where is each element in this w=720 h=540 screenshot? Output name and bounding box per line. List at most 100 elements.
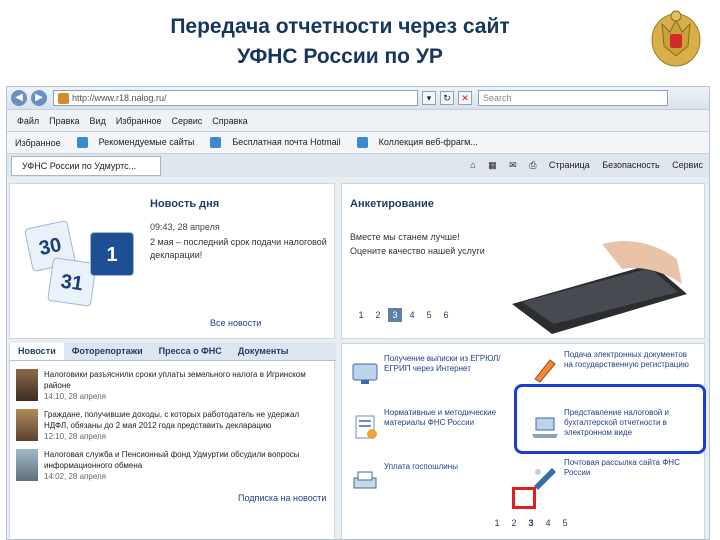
news-item-text: Граждане, получившие доходы, с которых р…	[44, 410, 300, 430]
favorite-web-slices-label: Коллекция веб-фрагм...	[378, 136, 478, 147]
news-of-day-panel: 30 31 1 Новость дня 09:43, 28 апреля 2 м…	[9, 183, 335, 339]
tab-documents[interactable]: Документы	[230, 343, 297, 360]
menu-help[interactable]: Справка	[212, 116, 247, 126]
news-list-item[interactable]: Налоговики разъяснили сроки уплаты земел…	[16, 369, 328, 403]
service-normative[interactable]: Нормативные и методические материалы ФНС…	[346, 406, 522, 454]
survey-page[interactable]: 4	[405, 308, 419, 322]
browser-window: ◀ ▶ http://www.r18.nalog.ru/ ▾ ↻ ✕ Searc…	[6, 86, 710, 540]
slide-title-line2: УФНС России по УР	[237, 45, 443, 68]
survey-pager: 1 2 3 4 5 6	[354, 308, 456, 322]
menu-edit[interactable]: Правка	[49, 116, 79, 126]
news-of-day-text[interactable]: 2 мая – последний срок подачи налоговой …	[150, 236, 330, 262]
forward-button[interactable]: ▶	[31, 90, 47, 106]
services-page[interactable]: 5	[558, 516, 572, 530]
mail-icon[interactable]: ✉	[509, 160, 517, 170]
service-state-duty-label: Уплата госпошлины	[384, 462, 458, 471]
survey-page[interactable]: 6	[439, 308, 453, 322]
url-input[interactable]: http://www.r18.nalog.ru/	[53, 90, 418, 106]
survey-page[interactable]: 1	[354, 308, 368, 322]
service-mailing[interactable]: Почтовая рассылка сайта ФНС России	[526, 456, 702, 504]
favorite-hotmail[interactable]: Бесплатная почта Hotmail	[202, 136, 341, 149]
news-item-text: Налоговики разъяснили сроки уплаты земел…	[44, 370, 306, 390]
globe-icon	[210, 137, 222, 149]
news-list-item[interactable]: Граждане, получившие доходы, с которых р…	[16, 409, 328, 443]
news-item-date: 14:10, 28 апреля	[44, 392, 106, 401]
calendar-card: 1	[90, 232, 134, 276]
favorite-web-slices[interactable]: Коллекция веб-фрагм...	[349, 136, 478, 149]
tab-news[interactable]: Новости	[10, 343, 64, 360]
news-item-date: 14:02, 28 апреля	[44, 472, 106, 481]
web-page: 30 31 1 Новость дня 09:43, 28 апреля 2 м…	[7, 177, 709, 539]
keyboard-image	[512, 241, 687, 334]
tool-safety[interactable]: Безопасность	[602, 160, 659, 170]
address-bar: ◀ ▶ http://www.r18.nalog.ru/ ▾ ↻ ✕ Searc…	[7, 87, 709, 109]
tool-page[interactable]: Страница	[549, 160, 590, 170]
slide-title: Передача отчетности через сайт УФНС Росс…	[60, 12, 620, 72]
news-item-text: Налоговая служба и Пенсионный фонд Удмур…	[44, 450, 300, 470]
menu-tools[interactable]: Сервис	[171, 116, 202, 126]
monitor-icon	[352, 363, 378, 384]
tab-bar: УФНС России по Удмуртс... ⌂ ▦ ✉ ⎙ Страни…	[7, 153, 709, 177]
news-of-day-heading: Новость дня	[150, 198, 220, 210]
stop-button[interactable]: ✕	[458, 91, 472, 105]
services-page[interactable]: 2	[507, 516, 521, 530]
all-news-link[interactable]: Все новости	[210, 318, 261, 328]
favorite-hotmail-label: Бесплатная почта Hotmail	[232, 136, 341, 147]
emblem-icon	[651, 10, 701, 67]
refresh-button[interactable]: ↻	[440, 91, 454, 105]
printer-icon	[353, 471, 377, 489]
news-thumbnail	[16, 369, 38, 401]
globe-icon	[356, 137, 368, 149]
survey-panel: Анкетирование Вместе мы станем лучше! Оц…	[341, 183, 705, 339]
services-page-current[interactable]: 3	[524, 516, 538, 530]
services-page[interactable]: 4	[541, 516, 555, 530]
news-thumbnail	[16, 409, 38, 441]
survey-line2: Оцените качество нашей услуги	[350, 246, 485, 256]
menu-favorites[interactable]: Избранное	[116, 116, 162, 126]
news-list-item[interactable]: Налоговая служба и Пенсионный фонд Удмур…	[16, 449, 328, 483]
print-icon[interactable]: ⎙	[529, 160, 536, 170]
news-tabs-panel: Новости Фоторепортажи Пресса о ФНС Докум…	[9, 343, 336, 539]
url-text: http://www.r18.nalog.ru/	[72, 93, 167, 103]
feeds-icon[interactable]: ▦	[488, 160, 497, 170]
page-3-highlight	[512, 487, 536, 509]
survey-line1: Вместе мы станем лучше!	[350, 232, 460, 242]
search-input[interactable]: Search	[478, 90, 668, 106]
survey-page[interactable]: 5	[422, 308, 436, 322]
tab-press[interactable]: Пресса о ФНС	[151, 343, 230, 360]
service-egrul[interactable]: Получение выписки из ЕГРЮЛ/ЕГРИП через И…	[346, 352, 522, 400]
page-icon	[58, 92, 69, 104]
slide-title-line1: Передача отчетности через сайт	[170, 15, 510, 38]
tool-tools[interactable]: Сервис	[672, 160, 703, 170]
home-icon[interactable]: ⌂	[470, 160, 475, 170]
service-egrul-label: Получение выписки из ЕГРЮЛ/ЕГРИП через И…	[384, 354, 501, 373]
menu-view[interactable]: Вид	[90, 116, 106, 126]
favorites-bar: Избранное Рекомендуемые сайты Бесплатная…	[7, 131, 709, 153]
favorites-button[interactable]: Избранное	[15, 138, 61, 148]
news-tabs: Новости Фоторепортажи Пресса о ФНС Докум…	[10, 343, 336, 361]
globe-icon	[76, 137, 88, 149]
favorite-suggested-sites[interactable]: Рекомендуемые сайты	[69, 136, 195, 149]
services-pager: 1 2 3 4 5	[490, 516, 575, 530]
menu-file[interactable]: Файл	[17, 116, 39, 126]
subscribe-news-link[interactable]: Подписка на новости	[238, 493, 326, 503]
survey-heading: Анкетирование	[350, 198, 434, 210]
news-item-date: 12:10, 28 апреля	[44, 432, 106, 441]
command-bar: ⌂ ▦ ✉ ⎙ Страница Безопасность Сервис	[460, 160, 703, 171]
menu-bar: Файл Правка Вид Избранное Сервис Справка	[7, 109, 709, 131]
news-of-day-date: 09:43, 28 апреля	[150, 222, 220, 232]
documents-icon	[355, 415, 377, 439]
favorite-suggested-label: Рекомендуемые сайты	[98, 136, 195, 147]
search-placeholder: Search	[483, 93, 512, 103]
service-normative-label: Нормативные и методические материалы ФНС…	[384, 408, 497, 427]
url-dropdown-button[interactable]: ▾	[422, 91, 436, 105]
service-state-duty[interactable]: Уплата госпошлины	[346, 460, 522, 508]
tab-photo-reports[interactable]: Фоторепортажи	[64, 343, 151, 360]
service-registration-label: Подача электронных документов на государ…	[564, 350, 689, 369]
tab-nalog[interactable]: УФНС России по Удмуртс...	[11, 155, 161, 176]
services-page[interactable]: 1	[490, 516, 504, 530]
survey-page[interactable]: 2	[371, 308, 385, 322]
back-button[interactable]: ◀	[11, 90, 27, 106]
survey-page-current[interactable]: 3	[388, 308, 402, 322]
service-mailing-label: Почтовая рассылка сайта ФНС России	[564, 458, 680, 477]
